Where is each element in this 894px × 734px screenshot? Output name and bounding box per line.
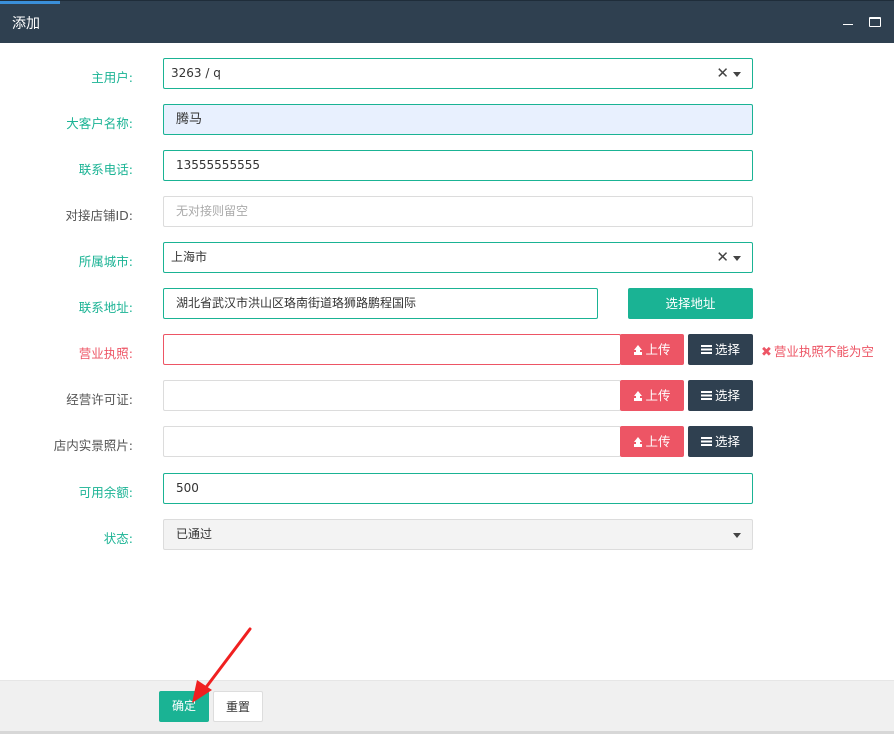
phone-label: 联系电话: — [78, 162, 133, 177]
shop-id-placeholder: 无对接则留空 — [176, 204, 249, 218]
add-dialog: 添加 主用户: 3263 / q ✕ 大客户名称: 腾马 联系电话: 13555… — [0, 0, 894, 734]
permit-label: 经营许可证: — [66, 392, 133, 407]
permit-row: 经营许可证: 上传 选择 — [0, 380, 894, 412]
client-name-label: 大客户名称: — [66, 116, 133, 131]
upload-icon — [633, 391, 643, 401]
city-select[interactable]: 上海市 ✕ — [163, 242, 753, 273]
permit-choose-button[interactable]: 选择 — [688, 380, 753, 411]
balance-label: 可用余额: — [78, 485, 133, 500]
titlebar-stub — [0, 1, 60, 4]
dialog-title: 添加 — [12, 16, 40, 32]
status-label: 状态: — [103, 531, 133, 546]
permit-upload-button[interactable]: 上传 — [620, 380, 684, 411]
phone-value: 13555555555 — [176, 158, 260, 172]
list-icon — [700, 345, 712, 354]
dialog-footer: 确定 重置 — [0, 680, 894, 734]
client-name-row: 大客户名称: 腾马 — [0, 104, 894, 136]
reset-button[interactable]: 重置 — [213, 691, 263, 722]
upload-icon — [633, 345, 643, 355]
license-choose-label: 选择 — [714, 342, 740, 357]
select-address-button[interactable]: 选择地址 — [628, 288, 753, 319]
list-icon — [700, 437, 712, 446]
clear-x-icon[interactable]: ✕ — [716, 59, 729, 88]
balance-input[interactable]: 500 — [163, 473, 753, 504]
status-row: 状态: 已通过 — [0, 519, 894, 551]
shop-id-label: 对接店铺ID: — [65, 208, 133, 223]
address-input[interactable]: 湖北省武汉市洪山区珞南街道珞狮路鹏程国际 — [163, 288, 598, 319]
license-error-text: 营业执照不能为空 — [773, 344, 874, 359]
balance-row: 可用余额: 500 — [0, 473, 894, 505]
main-user-value: 3263 / q — [171, 66, 221, 80]
minimize-icon[interactable] — [841, 14, 855, 28]
license-error: ✖ 营业执照不能为空 — [761, 341, 874, 360]
maximize-icon[interactable] — [868, 14, 882, 28]
caret-down-icon[interactable] — [733, 256, 741, 261]
license-input[interactable] — [163, 334, 621, 365]
store-photos-upload-label: 上传 — [645, 434, 671, 449]
clear-x-icon[interactable]: ✕ — [716, 243, 729, 272]
balance-value: 500 — [176, 481, 199, 495]
city-value: 上海市 — [171, 250, 208, 264]
phone-row: 联系电话: 13555555555 — [0, 150, 894, 182]
phone-input[interactable]: 13555555555 — [163, 150, 753, 181]
caret-down-icon[interactable] — [733, 533, 741, 538]
permit-choose-label: 选择 — [714, 388, 740, 403]
client-name-value: 腾马 — [176, 112, 203, 127]
store-photos-input[interactable] — [163, 426, 621, 457]
dialog-titlebar: 添加 — [0, 0, 894, 43]
store-photos-row: 店内实景照片: 上传 选择 — [0, 426, 894, 458]
store-photos-choose-button[interactable]: 选择 — [688, 426, 753, 457]
license-label: 营业执照: — [78, 346, 133, 361]
store-photos-label: 店内实景照片: — [53, 438, 133, 453]
upload-icon — [633, 437, 643, 447]
shop-id-row: 对接店铺ID: 无对接则留空 — [0, 196, 894, 228]
list-icon — [700, 391, 712, 400]
client-name-input[interactable]: 腾马 — [163, 104, 753, 135]
main-user-select[interactable]: 3263 / q ✕ — [163, 58, 753, 89]
confirm-button[interactable]: 确定 — [159, 691, 209, 722]
status-select[interactable]: 已通过 — [163, 519, 753, 550]
main-user-label: 主用户: — [91, 70, 133, 85]
store-photos-choose-label: 选择 — [714, 434, 740, 449]
status-value: 已通过 — [176, 527, 213, 541]
caret-down-icon[interactable] — [733, 72, 741, 77]
address-row: 联系地址: 湖北省武汉市洪山区珞南街道珞狮路鹏程国际 选择地址 — [0, 288, 894, 320]
permit-upload-label: 上传 — [645, 388, 671, 403]
city-row: 所属城市: 上海市 ✕ — [0, 242, 894, 274]
main-user-row: 主用户: 3263 / q ✕ — [0, 58, 894, 90]
license-upload-label: 上传 — [645, 342, 671, 357]
license-row: 营业执照: 上传 选择 ✖ 营业执照不能为空 — [0, 334, 894, 366]
address-label: 联系地址: — [78, 300, 133, 315]
license-upload-button[interactable]: 上传 — [620, 334, 684, 365]
city-label: 所属城市: — [78, 254, 133, 269]
license-choose-button[interactable]: 选择 — [688, 334, 753, 365]
permit-input[interactable] — [163, 380, 621, 411]
error-x-icon: ✖ — [761, 345, 772, 360]
shop-id-input[interactable]: 无对接则留空 — [163, 196, 753, 227]
store-photos-upload-button[interactable]: 上传 — [620, 426, 684, 457]
address-value: 湖北省武汉市洪山区珞南街道珞狮路鹏程国际 — [176, 296, 417, 310]
